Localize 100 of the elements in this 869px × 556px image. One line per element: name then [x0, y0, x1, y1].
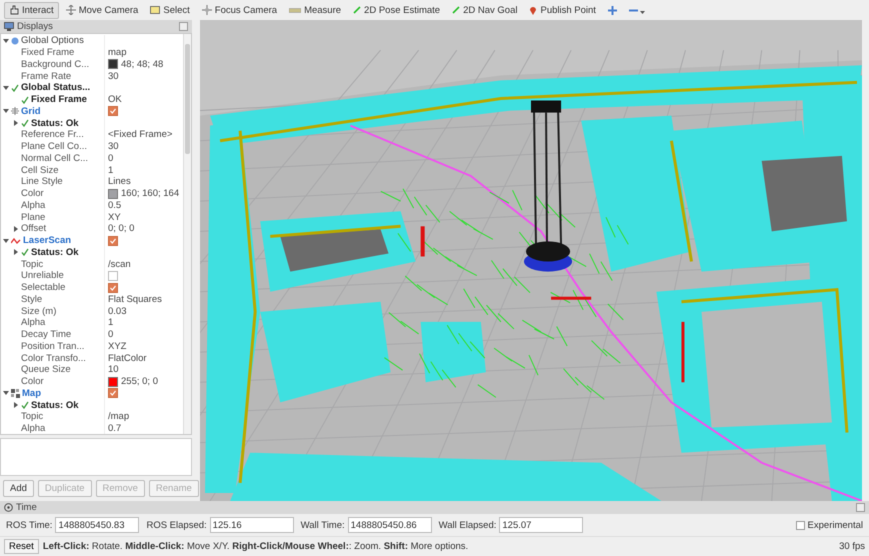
- time-field[interactable]: 1488805450.83: [55, 517, 140, 533]
- tool-button[interactable]: 2D Pose Estimate: [348, 2, 446, 18]
- checkbox[interactable]: [108, 270, 118, 281]
- property-name: Plane Cell Co...: [21, 141, 88, 152]
- tool-button[interactable]: Measure: [284, 2, 346, 18]
- property-name: Unreliable: [21, 270, 64, 282]
- checkbox[interactable]: [108, 282, 118, 293]
- tool-button[interactable]: Select: [145, 2, 195, 18]
- property-name: Background C...: [21, 58, 90, 70]
- wave-icon: [11, 236, 21, 245]
- panel-button[interactable]: Add: [3, 480, 34, 498]
- property-value: 0: [108, 329, 114, 340]
- property-value: 0.7: [108, 423, 122, 434]
- field-label: Wall Time:: [300, 520, 345, 530]
- help-text: Left-Click: Rotate. Middle-Click: Move X/Y. Right-Click/Mouse Wheel:: Zoom. Shift: More options.: [42, 541, 468, 552]
- property-value: 255; 0; 0: [121, 376, 158, 388]
- property-name: Style: [21, 294, 42, 305]
- property-name: Selectable: [21, 282, 66, 294]
- reset-button[interactable]: Reset: [4, 539, 39, 554]
- property-name: Position Tran...: [21, 340, 84, 352]
- property-value: /map: [108, 411, 130, 422]
- checkbox[interactable]: [796, 520, 805, 530]
- property-name: Cell Size: [21, 164, 58, 176]
- checkbox[interactable]: [108, 106, 118, 116]
- tool-button[interactable]: 2D Nav Goal: [447, 2, 522, 18]
- property-name: Offset: [21, 223, 46, 234]
- property-name: Alpha: [21, 200, 46, 211]
- expand-arrow-icon[interactable]: [3, 108, 9, 114]
- tool-button[interactable]: Move Camera: [60, 2, 144, 18]
- checkbox-label: Experimental: [808, 520, 863, 530]
- plus-icon[interactable]: [608, 6, 617, 14]
- crosshair-icon: [202, 5, 212, 15]
- property-value: 0.03: [108, 306, 126, 317]
- field-label: ROS Elapsed:: [146, 520, 207, 530]
- checkbox[interactable]: [108, 388, 118, 398]
- tool-button[interactable]: Focus Camera: [196, 2, 282, 18]
- time-field[interactable]: 125.16: [210, 517, 294, 533]
- expand-arrow-icon[interactable]: [3, 238, 9, 244]
- close-button[interactable]: [179, 22, 188, 31]
- property-value: /scan: [108, 258, 131, 270]
- checkbox[interactable]: [108, 236, 118, 246]
- move-icon: [66, 5, 76, 15]
- expand-arrow-icon[interactable]: [13, 226, 19, 232]
- tool-button[interactable]: Publish Point: [524, 2, 601, 18]
- select-icon: [150, 6, 160, 14]
- property-value: 0; 0; 0: [108, 223, 134, 234]
- property-value: map: [108, 47, 126, 58]
- clock-icon: [4, 503, 13, 512]
- property-name: LaserScan: [23, 235, 72, 246]
- property-name: Status: Ok: [31, 400, 79, 411]
- globe-icon: [11, 36, 19, 45]
- time-field[interactable]: 125.07: [499, 517, 584, 533]
- property-value: 10: [108, 364, 119, 376]
- property-name: Decay Time: [21, 329, 72, 340]
- ruler-icon: [289, 8, 302, 12]
- time-field[interactable]: 1488805450.86: [348, 517, 432, 533]
- map-icon: [11, 388, 20, 398]
- property-value: <Fixed Frame>: [108, 129, 172, 140]
- close-button[interactable]: [856, 503, 865, 512]
- expand-arrow-icon[interactable]: [13, 402, 19, 408]
- property-name: Fixed Frame: [31, 94, 87, 106]
- pin-icon: [529, 5, 538, 15]
- property-name: Global Options: [21, 35, 84, 46]
- fps-label: 30 fps: [839, 541, 865, 552]
- expand-arrow-icon[interactable]: [13, 249, 19, 256]
- expand-arrow-icon[interactable]: [3, 84, 9, 91]
- property-name: Alpha: [21, 317, 46, 328]
- scrollbar[interactable]: [183, 34, 191, 434]
- property-value: FlatColor: [108, 352, 147, 364]
- field-label: Wall Elapsed:: [438, 520, 496, 530]
- property-name: Status: Ok: [31, 246, 79, 258]
- property-name: Status: Ok: [31, 118, 79, 129]
- property-name: Size (m): [21, 306, 56, 317]
- check-icon: [21, 248, 29, 256]
- property-value: Lines: [108, 176, 131, 188]
- expand-arrow-icon[interactable]: [3, 390, 9, 396]
- panel-title: Time: [16, 502, 37, 513]
- property-value: 1: [108, 317, 114, 328]
- property-name: Queue Size: [21, 364, 71, 376]
- property-name: Fixed Frame: [21, 47, 74, 58]
- property-value: 48; 48; 48: [121, 58, 164, 70]
- expand-arrow-icon[interactable]: [3, 38, 9, 44]
- grid-icon: [11, 107, 19, 116]
- property-name: Topic: [21, 411, 44, 422]
- property-name: Global Status...: [21, 82, 90, 94]
- field-label: ROS Time:: [6, 520, 52, 530]
- property-value: 30: [108, 70, 119, 82]
- property-name: Line Style: [21, 176, 63, 188]
- check-icon: [21, 401, 29, 410]
- expand-arrow-icon[interactable]: [13, 120, 19, 126]
- property-value: 1: [108, 164, 114, 176]
- check-icon: [21, 119, 29, 128]
- panel-title: Displays: [17, 20, 53, 32]
- property-value: 160; 160; 164: [121, 188, 180, 200]
- hand-icon: [9, 5, 19, 15]
- property-name: Grid: [21, 106, 41, 117]
- property-name: Color Transfo...: [21, 352, 86, 364]
- property-name: Topic: [21, 258, 44, 270]
- property-value: XYZ: [108, 340, 126, 352]
- tool-button[interactable]: Interact: [4, 2, 59, 18]
